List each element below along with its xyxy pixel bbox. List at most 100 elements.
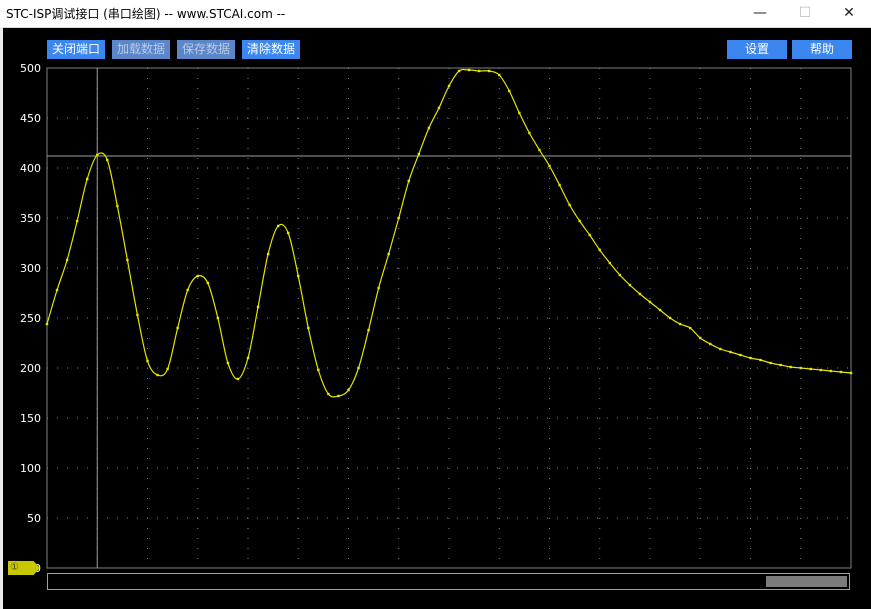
data-point — [558, 183, 561, 187]
data-point — [829, 369, 833, 373]
data-point — [608, 261, 611, 265]
data-point — [337, 394, 340, 398]
data-point — [498, 73, 501, 77]
data-point — [528, 131, 531, 135]
data-point — [588, 233, 591, 237]
y-tick-label: 250 — [20, 312, 41, 325]
data-point — [417, 152, 421, 156]
data-point — [719, 347, 722, 351]
data-point — [156, 373, 159, 377]
data-point — [407, 179, 410, 183]
data-point — [508, 89, 511, 93]
data-point — [136, 313, 139, 317]
data-point — [488, 69, 491, 73]
horizontal-scrollbar[interactable] — [47, 573, 850, 590]
data-point — [146, 359, 149, 363]
y-tick-label: 500 — [20, 62, 41, 75]
data-point — [699, 336, 702, 340]
data-point — [387, 252, 390, 256]
data-point — [236, 377, 240, 381]
y-tick-label: 50 — [27, 512, 41, 525]
data-point — [166, 367, 169, 371]
data-point — [689, 326, 692, 330]
data-point — [809, 367, 812, 371]
data-point — [648, 300, 652, 304]
data-point — [457, 69, 461, 73]
data-point — [256, 305, 260, 309]
data-point — [347, 388, 350, 392]
data-point — [317, 368, 320, 372]
channel-marker-icon: ① — [10, 562, 19, 573]
data-point — [658, 308, 662, 312]
data-point — [126, 258, 129, 262]
data-point — [86, 177, 89, 181]
data-point — [839, 370, 843, 374]
data-point — [287, 231, 290, 235]
data-point — [65, 258, 69, 262]
data-point — [45, 322, 49, 326]
data-point — [578, 219, 581, 223]
data-point — [206, 281, 209, 285]
data-point — [377, 286, 380, 290]
data-point — [176, 326, 179, 330]
data-point — [739, 353, 742, 357]
data-point — [709, 342, 712, 346]
data-point — [116, 204, 119, 208]
data-point — [598, 248, 601, 252]
data-point — [668, 316, 672, 320]
y-tick-label: 200 — [20, 362, 41, 375]
data-point — [226, 361, 230, 365]
data-point — [297, 274, 300, 278]
plot-area[interactable]: 050100150200250300350400450500 — [0, 27, 871, 572]
data-point — [437, 106, 441, 110]
data-point — [779, 363, 782, 367]
minimize-icon[interactable]: — — [738, 0, 782, 27]
y-tick-label: 100 — [20, 462, 41, 475]
y-tick-label: 150 — [20, 412, 41, 425]
data-point — [819, 368, 823, 372]
data-point — [427, 126, 431, 130]
data-point — [246, 356, 250, 360]
maximize-icon[interactable]: ☐ — [783, 0, 827, 27]
data-point — [538, 148, 541, 152]
data-point — [357, 366, 360, 370]
data-point — [477, 69, 481, 73]
data-point — [618, 273, 622, 277]
y-tick-label: 300 — [20, 262, 41, 275]
close-icon[interactable]: ✕ — [827, 0, 871, 27]
data-point — [759, 358, 762, 362]
data-point — [397, 216, 400, 220]
data-point — [447, 84, 451, 88]
y-tick-label: 450 — [20, 112, 41, 125]
scrollbar-thumb[interactable] — [766, 576, 847, 587]
data-point — [367, 328, 370, 332]
data-point — [729, 350, 732, 354]
data-point — [196, 274, 199, 278]
data-point — [96, 153, 99, 157]
data-point — [186, 288, 189, 292]
data-point — [638, 292, 642, 296]
data-point — [327, 392, 330, 396]
data-point — [75, 219, 79, 223]
window-title: STC-ISP调试接口 (串口绘图) -- www.STCAI.com -- — [6, 7, 286, 21]
data-point — [548, 164, 551, 168]
data-point — [789, 365, 792, 369]
y-tick-label: 400 — [20, 162, 41, 175]
data-point — [518, 111, 521, 115]
data-point — [307, 326, 310, 330]
data-point — [769, 361, 772, 365]
y-tick-label: 350 — [20, 212, 41, 225]
data-point — [276, 224, 280, 228]
data-point — [749, 356, 752, 360]
data-point — [467, 68, 471, 72]
data-point — [106, 158, 109, 162]
window-titlebar: STC-ISP调试接口 (串口绘图) -- www.STCAI.com -- —… — [0, 0, 871, 28]
data-point — [678, 322, 682, 326]
data-point — [799, 366, 802, 370]
data-point — [266, 252, 270, 256]
data-point — [628, 283, 632, 287]
channel-marker[interactable]: ① — [8, 561, 40, 575]
data-point — [568, 203, 571, 207]
data-point — [216, 316, 220, 320]
data-point — [849, 371, 853, 375]
